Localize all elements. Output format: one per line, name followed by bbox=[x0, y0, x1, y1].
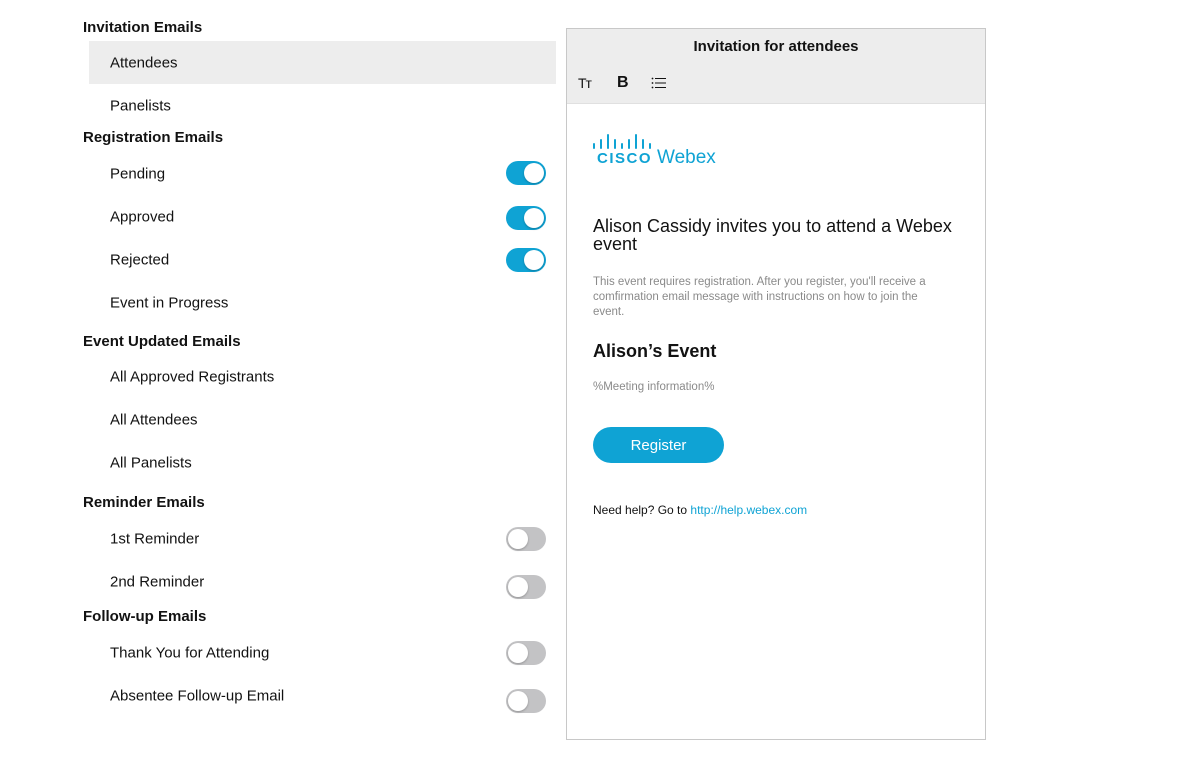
toggle-knob bbox=[508, 577, 528, 597]
thank-you-toggle[interactable] bbox=[506, 641, 546, 665]
2nd-reminder-toggle[interactable] bbox=[506, 575, 546, 599]
toggle-knob bbox=[508, 691, 528, 711]
nav-item-rejected[interactable]: Rejected bbox=[89, 238, 556, 281]
1st-reminder-toggle[interactable] bbox=[506, 527, 546, 551]
meeting-info-placeholder: %Meeting information% bbox=[593, 381, 715, 393]
pending-toggle[interactable] bbox=[506, 161, 546, 185]
email-preview-panel: Invitation for attendees Tт B CISCO Webe… bbox=[566, 28, 986, 740]
help-prefix: Need help? Go to bbox=[593, 503, 688, 517]
nav-item-label: Attendees bbox=[110, 54, 178, 71]
approved-toggle[interactable] bbox=[506, 206, 546, 230]
nav-item-all-approved-registrants[interactable]: All Approved Registrants bbox=[89, 355, 556, 398]
help-line: Need help? Go to http://help.webex.com bbox=[593, 503, 807, 517]
nav-item-label: Absentee Follow-up Email bbox=[110, 687, 285, 704]
toggle-knob bbox=[524, 163, 544, 183]
nav-item-label: 2nd Reminder bbox=[110, 573, 205, 590]
nav-item-label: Event in Progress bbox=[110, 294, 229, 311]
toggle-knob bbox=[524, 250, 544, 270]
nav-item-label: Approved bbox=[110, 208, 175, 225]
toggle-knob bbox=[508, 529, 528, 549]
cisco-bars-icon bbox=[593, 132, 653, 149]
nav-item-absentee-follow-up-email[interactable]: Absentee Follow-up Email bbox=[89, 674, 556, 717]
preview-title: Invitation for attendees bbox=[693, 38, 859, 55]
nav-item-label: Rejected bbox=[110, 251, 170, 268]
nav-item-attendees[interactable]: Attendees bbox=[89, 41, 556, 84]
nav-item-label: All Approved Registrants bbox=[110, 368, 275, 385]
nav-item-2nd-reminder[interactable]: 2nd Reminder bbox=[89, 560, 556, 603]
bold-icon[interactable]: B bbox=[617, 73, 629, 93]
section-heading-event-updated-emails: Event Updated Emails bbox=[83, 333, 241, 350]
nav-item-approved[interactable]: Approved bbox=[89, 195, 556, 238]
nav-item-label: Thank You for Attending bbox=[110, 644, 270, 661]
nav-item-panelists[interactable]: Panelists bbox=[89, 84, 556, 127]
event-name: Alison’s Event bbox=[593, 341, 717, 361]
cisco-wordmark: CISCO bbox=[597, 150, 653, 167]
list-icon[interactable] bbox=[651, 73, 667, 93]
nav-item-1st-reminder[interactable]: 1st Reminder bbox=[89, 517, 556, 560]
toggle-knob bbox=[524, 208, 544, 228]
nav-item-label: All Panelists bbox=[110, 454, 192, 471]
text-size-icon[interactable]: Tт bbox=[578, 73, 592, 93]
nav-item-event-in-progress[interactable]: Event in Progress bbox=[89, 281, 556, 324]
toggle-knob bbox=[508, 643, 528, 663]
register-button[interactable]: Register bbox=[593, 427, 724, 463]
section-heading-follow-up-emails: Follow-up Emails bbox=[83, 608, 207, 625]
help-link[interactable]: http://help.webex.com bbox=[690, 503, 807, 517]
invite-heading: Alison Cassidy invites you to attend a W… bbox=[593, 216, 952, 254]
nav-item-label: All Attendees bbox=[110, 411, 198, 428]
nav-item-label: Panelists bbox=[110, 97, 171, 114]
preview-header: Invitation for attendees Tт B bbox=[567, 29, 985, 104]
section-heading-invitation-emails: Invitation Emails bbox=[83, 19, 203, 36]
rejected-toggle[interactable] bbox=[506, 248, 546, 272]
webex-wordmark: Webex bbox=[657, 147, 716, 168]
nav-item-pending[interactable]: Pending bbox=[89, 152, 556, 195]
nav-item-thank-you-for-attending[interactable]: Thank You for Attending bbox=[89, 631, 556, 674]
nav-item-all-attendees[interactable]: All Attendees bbox=[89, 398, 556, 441]
registration-note: This event requires registration. After … bbox=[593, 276, 926, 318]
nav-item-label: 1st Reminder bbox=[110, 530, 200, 547]
nav-item-all-panelists[interactable]: All Panelists bbox=[89, 441, 556, 484]
section-heading-registration-emails: Registration Emails bbox=[83, 129, 224, 146]
nav-item-label: Pending bbox=[110, 165, 166, 182]
absentee-follow-up-toggle[interactable] bbox=[506, 689, 546, 713]
section-heading-reminder-emails: Reminder Emails bbox=[83, 494, 205, 511]
